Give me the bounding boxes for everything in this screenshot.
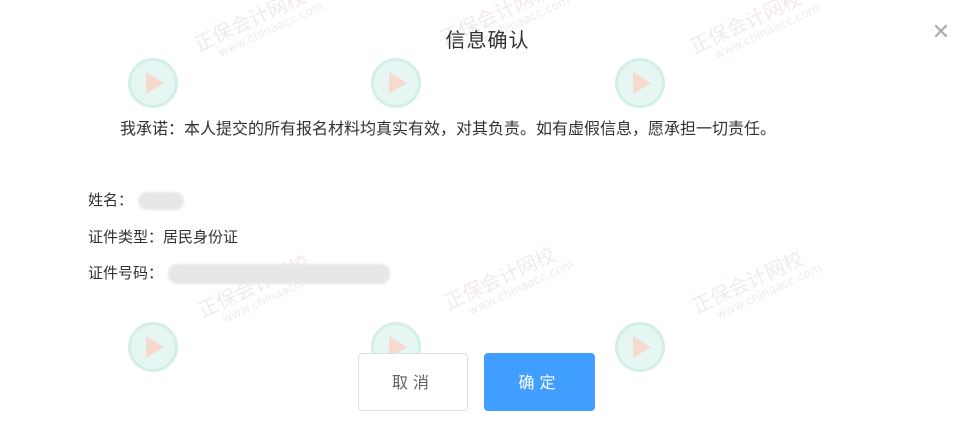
watermark-text: 正保会计网校 www.chinaacc.com (688, 246, 824, 322)
confirm-button[interactable]: 确定 (484, 353, 595, 411)
name-value-redacted (137, 191, 184, 210)
watermark-logo-icon (371, 58, 421, 108)
id-number-label: 证件号码： (88, 264, 164, 282)
dialog-body: 我承诺：本人提交的所有报名材料均真实有效，对其负责。如有虚假信息，愿承担一切责任… (88, 116, 848, 142)
watermark-logo-icon (128, 322, 178, 372)
watermark-text: 正保会计网校 www.chinaacc.com (440, 242, 576, 318)
id-number-value-redacted (167, 263, 390, 284)
watermark-logo-icon (128, 58, 178, 108)
confirm-dialog: 正保会计网校 www.chinaacc.com 正保会计网校 www.chinaac… (0, 0, 975, 434)
commitment-statement: 我承诺：本人提交的所有报名材料均真实有效，对其负责。如有虚假信息，愿承担一切责任… (120, 119, 777, 138)
id-type-label: 证件类型： (88, 228, 164, 246)
watermark-logo-icon (615, 322, 665, 372)
id-type-row: 证件类型：居民身份证 (88, 227, 238, 247)
id-number-row: 证件号码： (88, 263, 390, 284)
watermark-text: 正保会计网校 www.chinaacc.com (194, 250, 330, 326)
cancel-button[interactable]: 取消 (358, 353, 468, 411)
close-icon[interactable]: ✕ (928, 20, 954, 46)
name-label: 姓名： (88, 191, 134, 209)
id-type-value: 居民身份证 (163, 228, 239, 246)
dialog-title: 信息确认 (445, 28, 530, 52)
name-row: 姓名： (88, 190, 184, 210)
watermark-logo-icon (615, 58, 665, 108)
